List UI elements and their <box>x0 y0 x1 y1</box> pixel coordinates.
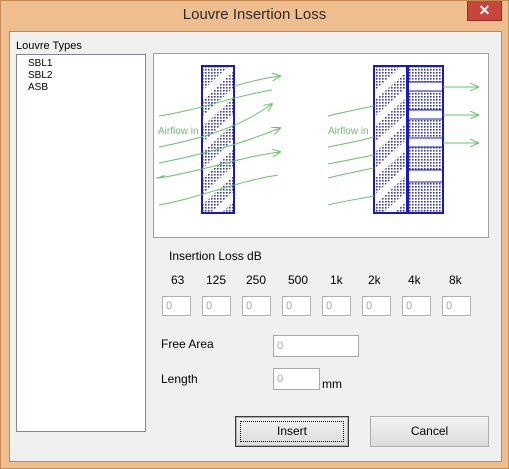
band-63-label: 63 <box>171 273 185 287</box>
title-bar[interactable]: Louvre Insertion Loss ✕ <box>1 1 508 31</box>
band-250-label: 250 <box>246 273 267 287</box>
airflow-label-right: Airflow in <box>328 126 369 137</box>
length-label: Length <box>161 372 198 386</box>
louvre-insertion-loss-dialog: Louvre Insertion Loss ✕ Louvre Types SBL… <box>0 0 509 469</box>
cancel-button[interactable]: Cancel <box>370 416 489 447</box>
insertion-loss-2k-input[interactable] <box>362 296 391 316</box>
insertion-loss-1k-input[interactable] <box>322 296 351 316</box>
close-icon: ✕ <box>478 2 491 18</box>
free-area-input[interactable] <box>273 335 359 357</box>
band-4k-label: 4k <box>408 273 421 287</box>
list-item-asb[interactable]: ASB <box>28 82 48 93</box>
insertion-loss-250-input[interactable] <box>242 296 271 316</box>
insertion-loss-label: Insertion Loss dB <box>169 249 262 263</box>
airflow-label-left: Airflow in <box>158 126 199 137</box>
louvre-diagram: Airflow in Airflow in <box>153 53 489 238</box>
band-500-label: 500 <box>288 273 309 287</box>
cancel-button-label: Cancel <box>410 424 449 438</box>
band-1k-label: 1k <box>330 273 343 287</box>
insertion-loss-8k-input[interactable] <box>442 296 471 316</box>
list-item-sbl1[interactable]: SBL1 <box>28 58 52 69</box>
focus-rectangle <box>240 421 344 442</box>
insertion-loss-63-input[interactable] <box>162 296 191 316</box>
louvre-diagram-svg: Airflow in Airflow in <box>155 65 488 214</box>
insertion-loss-125-input[interactable] <box>202 296 231 316</box>
band-125-label: 125 <box>206 273 227 287</box>
free-area-label: Free Area <box>161 337 214 351</box>
double-bank-louvre <box>373 65 444 214</box>
close-button[interactable]: ✕ <box>467 1 502 21</box>
window-title: Louvre Insertion Loss <box>182 6 327 23</box>
louvre-types-list[interactable]: SBL1 SBL2 ASB <box>16 54 146 432</box>
length-unit: mm <box>322 377 342 391</box>
dialog-client-area: Louvre Types SBL1 SBL2 ASB Airflow in Ai… <box>9 31 502 462</box>
louvre-types-label: Louvre Types <box>16 40 82 52</box>
band-8k-label: 8k <box>449 273 462 287</box>
length-input[interactable] <box>273 368 320 390</box>
list-item-sbl2[interactable]: SBL2 <box>28 70 52 81</box>
insertion-loss-500-input[interactable] <box>282 296 311 316</box>
insertion-loss-4k-input[interactable] <box>402 296 431 316</box>
insert-button[interactable]: Insert <box>235 416 349 447</box>
band-2k-label: 2k <box>368 273 381 287</box>
